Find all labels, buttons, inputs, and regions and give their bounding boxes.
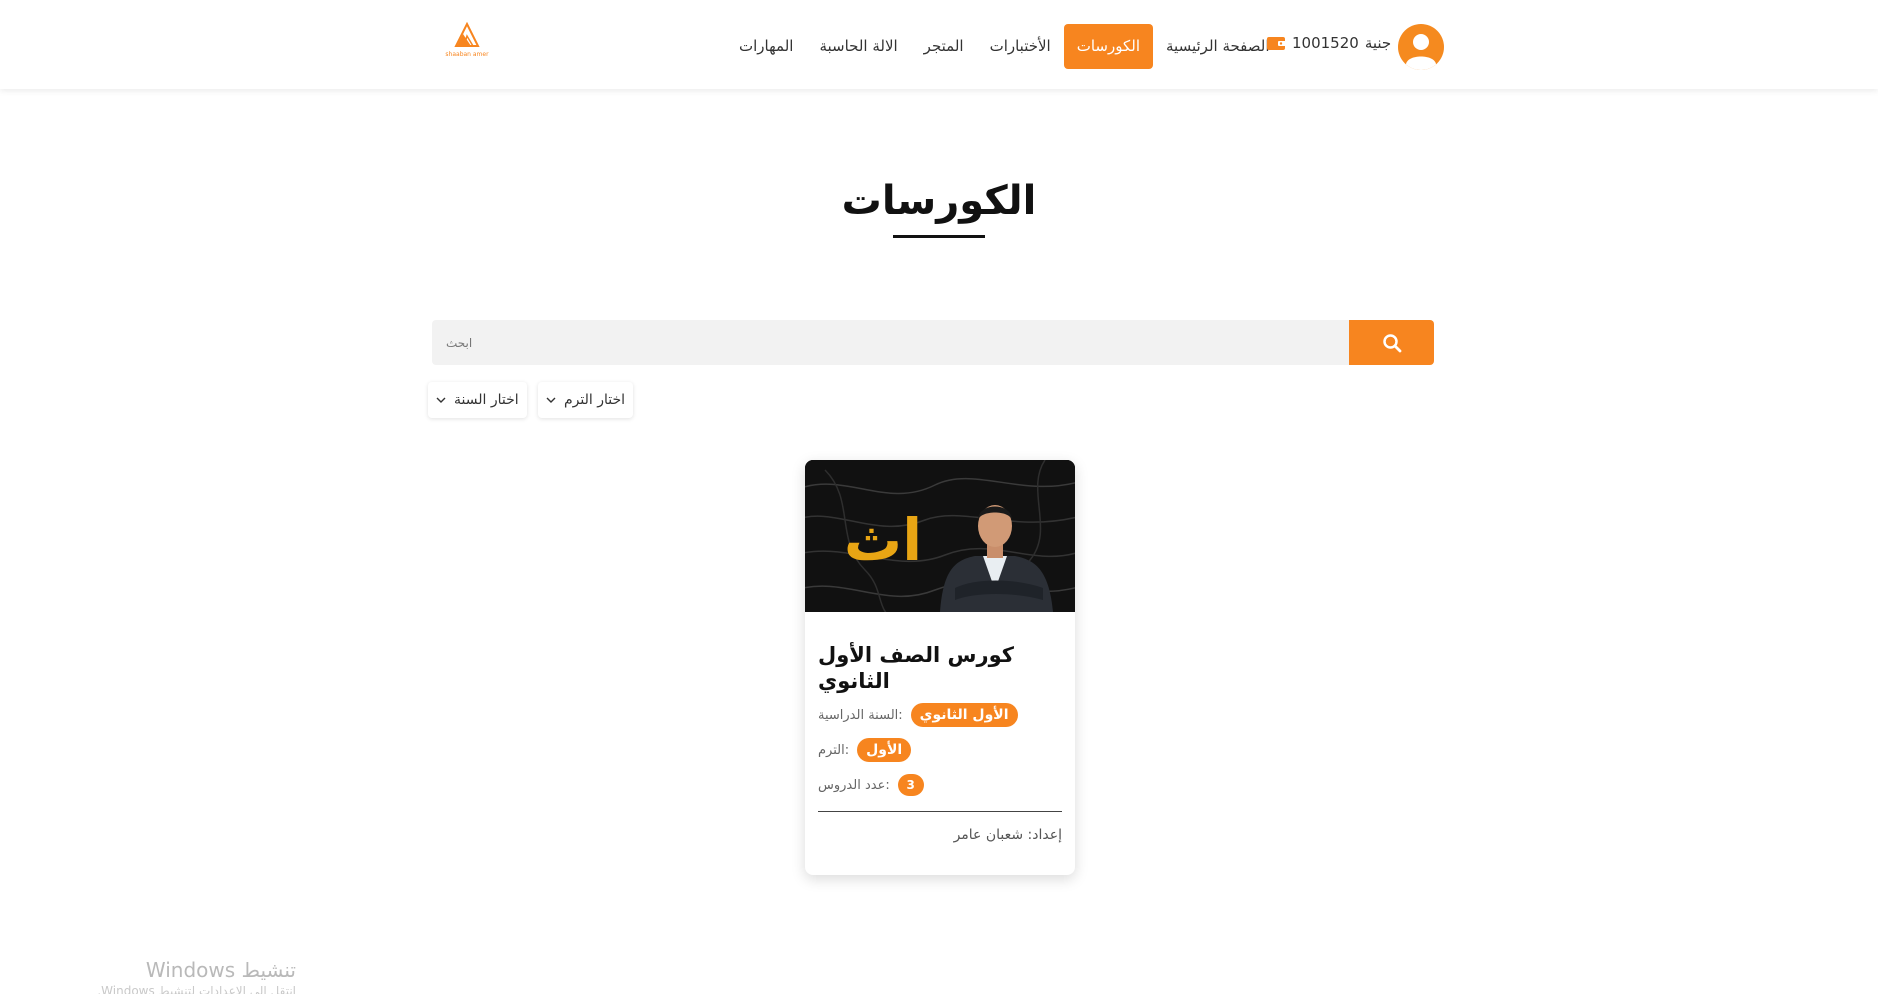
course-card[interactable]: اث كورس الصف الأول الثانوي :السنة الدراس… (805, 460, 1075, 875)
term-filter-select[interactable]: اختار الترم (538, 382, 634, 418)
wallet-amount: 1001520 (1292, 34, 1359, 52)
chevron-down-icon (436, 397, 446, 403)
windows-activation-subtitle: انتقل إلى الإعدادات لتنشيط Windows. (97, 984, 296, 994)
main-nav: الصفحة الرئيسية الكورسات الأختبارات المت… (726, 24, 1283, 69)
course-year-row: :السنة الدراسية الأول الثانوي (818, 703, 1018, 727)
logo-text: shaaban amer (445, 51, 489, 58)
year-filter-label: اختار السنة (454, 392, 519, 408)
course-thumbnail-art: اث (805, 460, 1075, 612)
course-author: إعداد: شعبان عامر (953, 827, 1062, 843)
nav-skills[interactable]: المهارات (726, 24, 806, 69)
course-year-label: :السنة الدراسية (818, 707, 903, 723)
search-input[interactable] (432, 320, 1349, 365)
nav-courses[interactable]: الكورسات (1063, 24, 1154, 69)
logo[interactable]: shaaban amer (444, 21, 490, 60)
course-thumbnail-text: اث (844, 506, 922, 574)
title-underline (893, 235, 985, 238)
wallet-icon (1267, 37, 1286, 50)
user-icon (1406, 34, 1436, 70)
course-thumbnail[interactable]: اث (805, 460, 1075, 612)
year-filter-select[interactable]: اختار السنة (428, 382, 527, 418)
site-header: shaaban amer الصفحة الرئيسية الكورسات ال… (0, 0, 1878, 89)
course-term-row: :الترم الأول (818, 738, 912, 762)
course-term-label: :الترم (818, 742, 850, 758)
nav-exams[interactable]: الأختبارات (977, 24, 1064, 69)
course-lessons-badge: 3 (897, 774, 924, 796)
search-bar (432, 320, 1434, 365)
page-title: الكورسات (841, 178, 1037, 224)
wallet-balance[interactable]: جنية 1001520 (1266, 34, 1391, 52)
course-term-badge: الأول (857, 738, 912, 762)
windows-activation-title: تنشيط Windows (145, 958, 296, 982)
card-divider (818, 811, 1062, 812)
logo-icon: shaaban amer (445, 21, 489, 58)
wallet-currency: جنية (1364, 34, 1392, 52)
nav-home[interactable]: الصفحة الرئيسية (1153, 24, 1283, 69)
search-button[interactable] (1349, 320, 1434, 365)
course-lessons-row: :عدد الدروس 3 (818, 774, 924, 796)
course-title[interactable]: كورس الصف الأول الثانوي (818, 642, 1063, 694)
user-avatar[interactable] (1398, 24, 1444, 70)
course-year-badge: الأول الثانوي (910, 703, 1018, 727)
search-icon (1382, 333, 1401, 352)
term-filter-label: اختار الترم (564, 392, 626, 408)
nav-calculator[interactable]: الالة الحاسبة (806, 24, 910, 69)
course-lessons-label: :عدد الدروس (818, 777, 890, 793)
nav-store[interactable]: المتجر (911, 24, 977, 69)
chevron-down-icon (546, 397, 556, 403)
